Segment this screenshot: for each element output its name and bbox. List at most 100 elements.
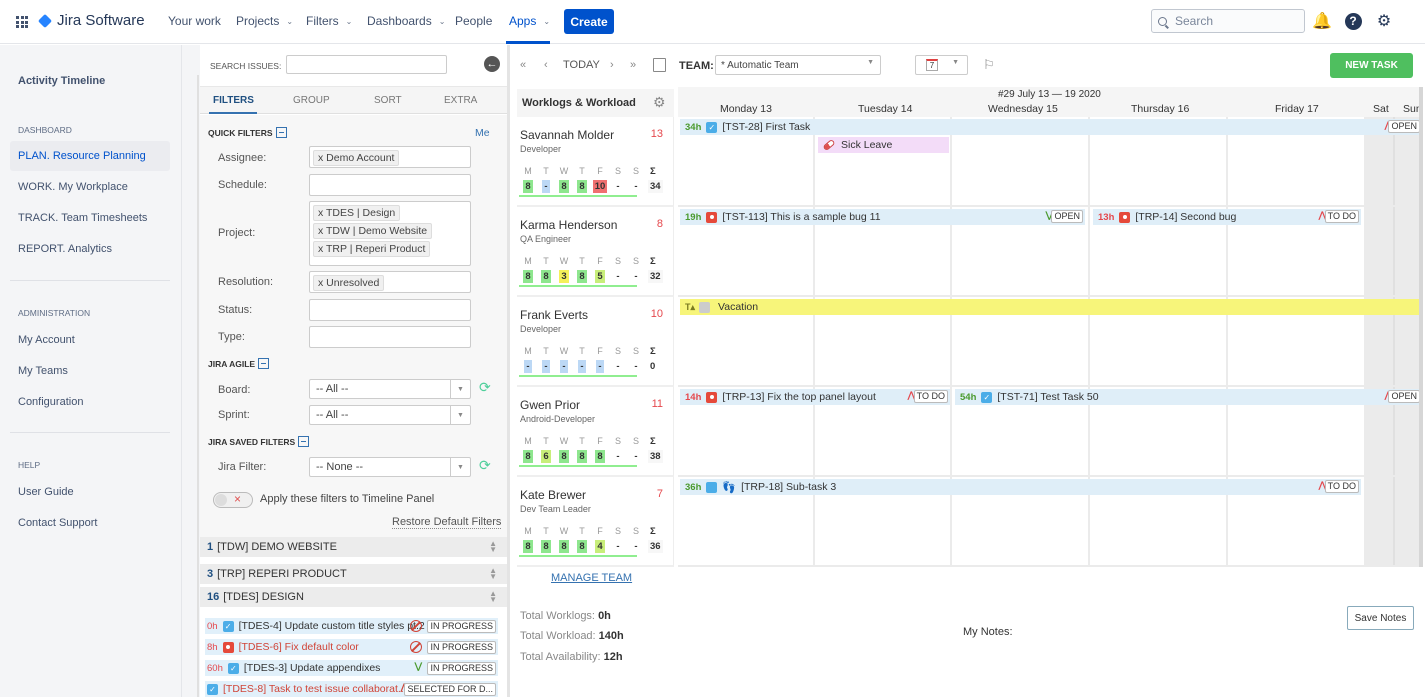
sidebar-item-configuration[interactable]: Configuration bbox=[10, 387, 170, 417]
help-icon[interactable]: ? bbox=[1344, 12, 1362, 30]
resolution-chip[interactable]: x Unresolved bbox=[313, 275, 385, 291]
sprint-select[interactable]: -- All -- ▼ bbox=[309, 405, 471, 425]
nav-apps[interactable]: Apps ⌄ bbox=[509, 14, 550, 28]
settings-gear-icon[interactable]: ⚙ bbox=[653, 94, 666, 111]
calendar-icon[interactable] bbox=[653, 58, 666, 72]
person-card[interactable]: Frank Everts Developer 10 MTWTFSS ------… bbox=[517, 297, 674, 387]
sidebar-item-user-guide[interactable]: User Guide bbox=[10, 477, 170, 507]
flag-icon[interactable]: ⚐ bbox=[983, 57, 995, 73]
refresh-board-icon[interactable]: ⟳ bbox=[479, 379, 491, 396]
collapse-panel-arrow-icon[interactable]: ← bbox=[484, 56, 500, 72]
prev-day-icon[interactable]: ‹ bbox=[544, 59, 548, 71]
search-issues-input[interactable] bbox=[286, 55, 447, 74]
type-label: Type: bbox=[218, 331, 245, 343]
today-button[interactable]: TODAY bbox=[563, 59, 600, 71]
sort-icon[interactable]: ▲ ▼ bbox=[489, 540, 497, 554]
group-header[interactable]: 16 [TDES] DESIGN ▲ ▼ bbox=[200, 587, 507, 609]
saved-filters-header[interactable]: JIRA SAVED FILTERS bbox=[208, 436, 310, 447]
project-chip[interactable]: x TDW | Demo Website bbox=[313, 223, 433, 239]
jira-filter-select[interactable]: -- None -- ▼ bbox=[309, 457, 471, 477]
tab-sort[interactable]: SORT bbox=[374, 95, 402, 106]
nav-dashboards[interactable]: Dashboards ⌄ bbox=[367, 14, 445, 28]
sidebar-item-my-teams[interactable]: My Teams bbox=[10, 356, 170, 386]
sidebar-section-help: HELP bbox=[18, 460, 41, 470]
resolution-field[interactable]: x Unresolved bbox=[309, 271, 471, 293]
project-chip[interactable]: x TRP | Reperi Product bbox=[313, 241, 431, 257]
global-search-input[interactable]: Search bbox=[1151, 9, 1305, 33]
person-card[interactable]: Karma Henderson QA Engineer 8 MTWTFSS 88… bbox=[517, 207, 674, 297]
team-select[interactable]: * Automatic Team ▼ bbox=[715, 55, 881, 75]
issue-row[interactable]: 8h [TDES-6] Fix default color IN PROGRESS bbox=[205, 639, 498, 655]
tab-filters[interactable]: FILTERS bbox=[213, 95, 254, 106]
sidebar-item-contact-support[interactable]: Contact Support bbox=[10, 508, 170, 538]
timeline-event[interactable]: 13h [TRP-14] Second bug ⋀ TO DO bbox=[1093, 209, 1361, 225]
refresh-filter-icon[interactable]: ⟳ bbox=[479, 457, 491, 474]
apply-filters-toggle[interactable]: × bbox=[213, 492, 253, 508]
schedule-field[interactable] bbox=[309, 174, 471, 196]
prev-week-icon[interactable]: « bbox=[520, 59, 526, 71]
days-range-select[interactable]: 7 ▼ bbox=[915, 55, 968, 75]
issue-row[interactable]: ✓ [TDES-8] Task to test issue collaborat.… bbox=[205, 681, 498, 697]
timeline-event[interactable]: 54h✓[TST-71] Test Task 50 ⋀OPEN bbox=[955, 389, 1422, 405]
quick-filters-header[interactable]: QUICK FILTERS bbox=[208, 127, 287, 138]
new-task-button[interactable]: NEW TASK bbox=[1330, 53, 1413, 78]
timeline-event[interactable]: 36h 👣 [TRP-18] Sub-task 3 ⋀ TO DO bbox=[680, 479, 1361, 495]
sidebar-item-team-timesheets[interactable]: TRACK. Team Timesheets bbox=[10, 203, 170, 233]
low-priority-icon: ⋁ bbox=[414, 661, 422, 671]
type-field[interactable] bbox=[309, 326, 471, 348]
tab-group[interactable]: GROUP bbox=[293, 95, 330, 106]
collapse-icon[interactable] bbox=[258, 358, 270, 369]
sidebar-item-analytics[interactable]: REPORT. Analytics bbox=[10, 234, 170, 264]
timeline-event[interactable]: 19h [TST-113] This is a sample bug 11 ⋁ OP… bbox=[680, 209, 1085, 225]
sidebar-resize-strip[interactable] bbox=[182, 45, 200, 697]
group-header[interactable]: 1 [TDW] DEMO WEBSITE ▲ ▼ bbox=[200, 537, 507, 559]
toggle-off-x-icon: × bbox=[234, 492, 242, 506]
sort-icon[interactable]: ▲ ▼ bbox=[489, 590, 497, 604]
sidebar-item-resource-planning[interactable]: PLAN. Resource Planning bbox=[10, 141, 170, 171]
jira-logo[interactable]: Jira Software bbox=[37, 12, 145, 29]
person-card[interactable]: Kate Brewer Dev Team Leader 7 MTWTFSS 88… bbox=[517, 477, 674, 567]
sidebar-item-my-account[interactable]: My Account bbox=[10, 325, 170, 355]
project-chip[interactable]: x TDES | Design bbox=[313, 205, 401, 221]
nav-projects[interactable]: Projects ⌄ bbox=[236, 14, 293, 28]
issue-list: 0h ✓ [TDES-4] Update custom title styles p… bbox=[200, 615, 507, 697]
assignee-field[interactable]: x Demo Account bbox=[309, 146, 471, 168]
sick-leave-event[interactable]: Sick Leave bbox=[818, 137, 949, 153]
project-field[interactable]: x TDES | Design x TDW | Demo Website x T… bbox=[309, 201, 471, 266]
assign-me-link[interactable]: Me bbox=[475, 127, 490, 139]
save-notes-button[interactable]: Save Notes bbox=[1347, 606, 1414, 630]
create-button[interactable]: Create bbox=[564, 9, 614, 34]
timeline-event[interactable]: 34h✓[TST-28] First Task ⋀OPEN bbox=[680, 119, 1422, 135]
collapse-icon[interactable] bbox=[275, 127, 287, 138]
sort-icon[interactable]: ▲ ▼ bbox=[489, 567, 497, 581]
sidebar-item-my-workplace[interactable]: WORK. My Workplace bbox=[10, 172, 170, 202]
chevron-down-icon: ⌄ bbox=[286, 16, 294, 26]
vacation-event[interactable]: T▴ Vacation bbox=[680, 299, 1422, 315]
weekly-total: 32 bbox=[648, 270, 663, 283]
nav-people[interactable]: People bbox=[455, 14, 492, 28]
search-issues-label: SEARCH ISSUES: bbox=[210, 61, 282, 71]
issue-row[interactable]: 60h ✓ [TDES-3] Update appendixes ⋁ IN PROG… bbox=[205, 660, 498, 676]
assignee-chip[interactable]: x Demo Account bbox=[313, 150, 400, 166]
next-day-icon[interactable]: › bbox=[610, 59, 614, 71]
person-card[interactable]: Gwen Prior Android-Developer 11 MTWTFSS … bbox=[517, 387, 674, 477]
vertical-scrollbar[interactable] bbox=[1419, 87, 1423, 567]
restore-default-filters-link[interactable]: Restore Default Filters bbox=[392, 516, 502, 529]
collapse-icon[interactable] bbox=[298, 436, 310, 447]
issue-row[interactable]: 0h ✓ [TDES-4] Update custom title styles p… bbox=[205, 618, 498, 634]
resolution-label: Resolution: bbox=[218, 276, 274, 288]
notifications-bell-icon[interactable]: 🔔 bbox=[1312, 12, 1332, 30]
nav-your-work[interactable]: Your work bbox=[168, 14, 221, 28]
manage-team-link[interactable]: MANAGE TEAM bbox=[551, 572, 632, 584]
status-field[interactable] bbox=[309, 299, 471, 321]
tab-extra[interactable]: EXTRA bbox=[444, 95, 477, 106]
jira-agile-header[interactable]: JIRA AGILE bbox=[208, 358, 270, 369]
timeline-event[interactable]: 14h [TRP-13] Fix the top panel layout ⋀ TO… bbox=[680, 389, 950, 405]
settings-gear-icon[interactable]: ⚙ bbox=[1375, 12, 1393, 30]
board-select[interactable]: -- All -- ▼ bbox=[309, 379, 471, 399]
nav-filters[interactable]: Filters ⌄ bbox=[306, 14, 352, 28]
app-switcher-icon[interactable] bbox=[16, 16, 28, 28]
group-header[interactable]: 3 [TRP] REPERI PRODUCT ▲ ▼ bbox=[200, 564, 507, 586]
person-card[interactable]: Savannah Molder Developer 13 MTWTFSS 8-8… bbox=[517, 117, 674, 207]
next-week-icon[interactable]: » bbox=[630, 59, 636, 71]
